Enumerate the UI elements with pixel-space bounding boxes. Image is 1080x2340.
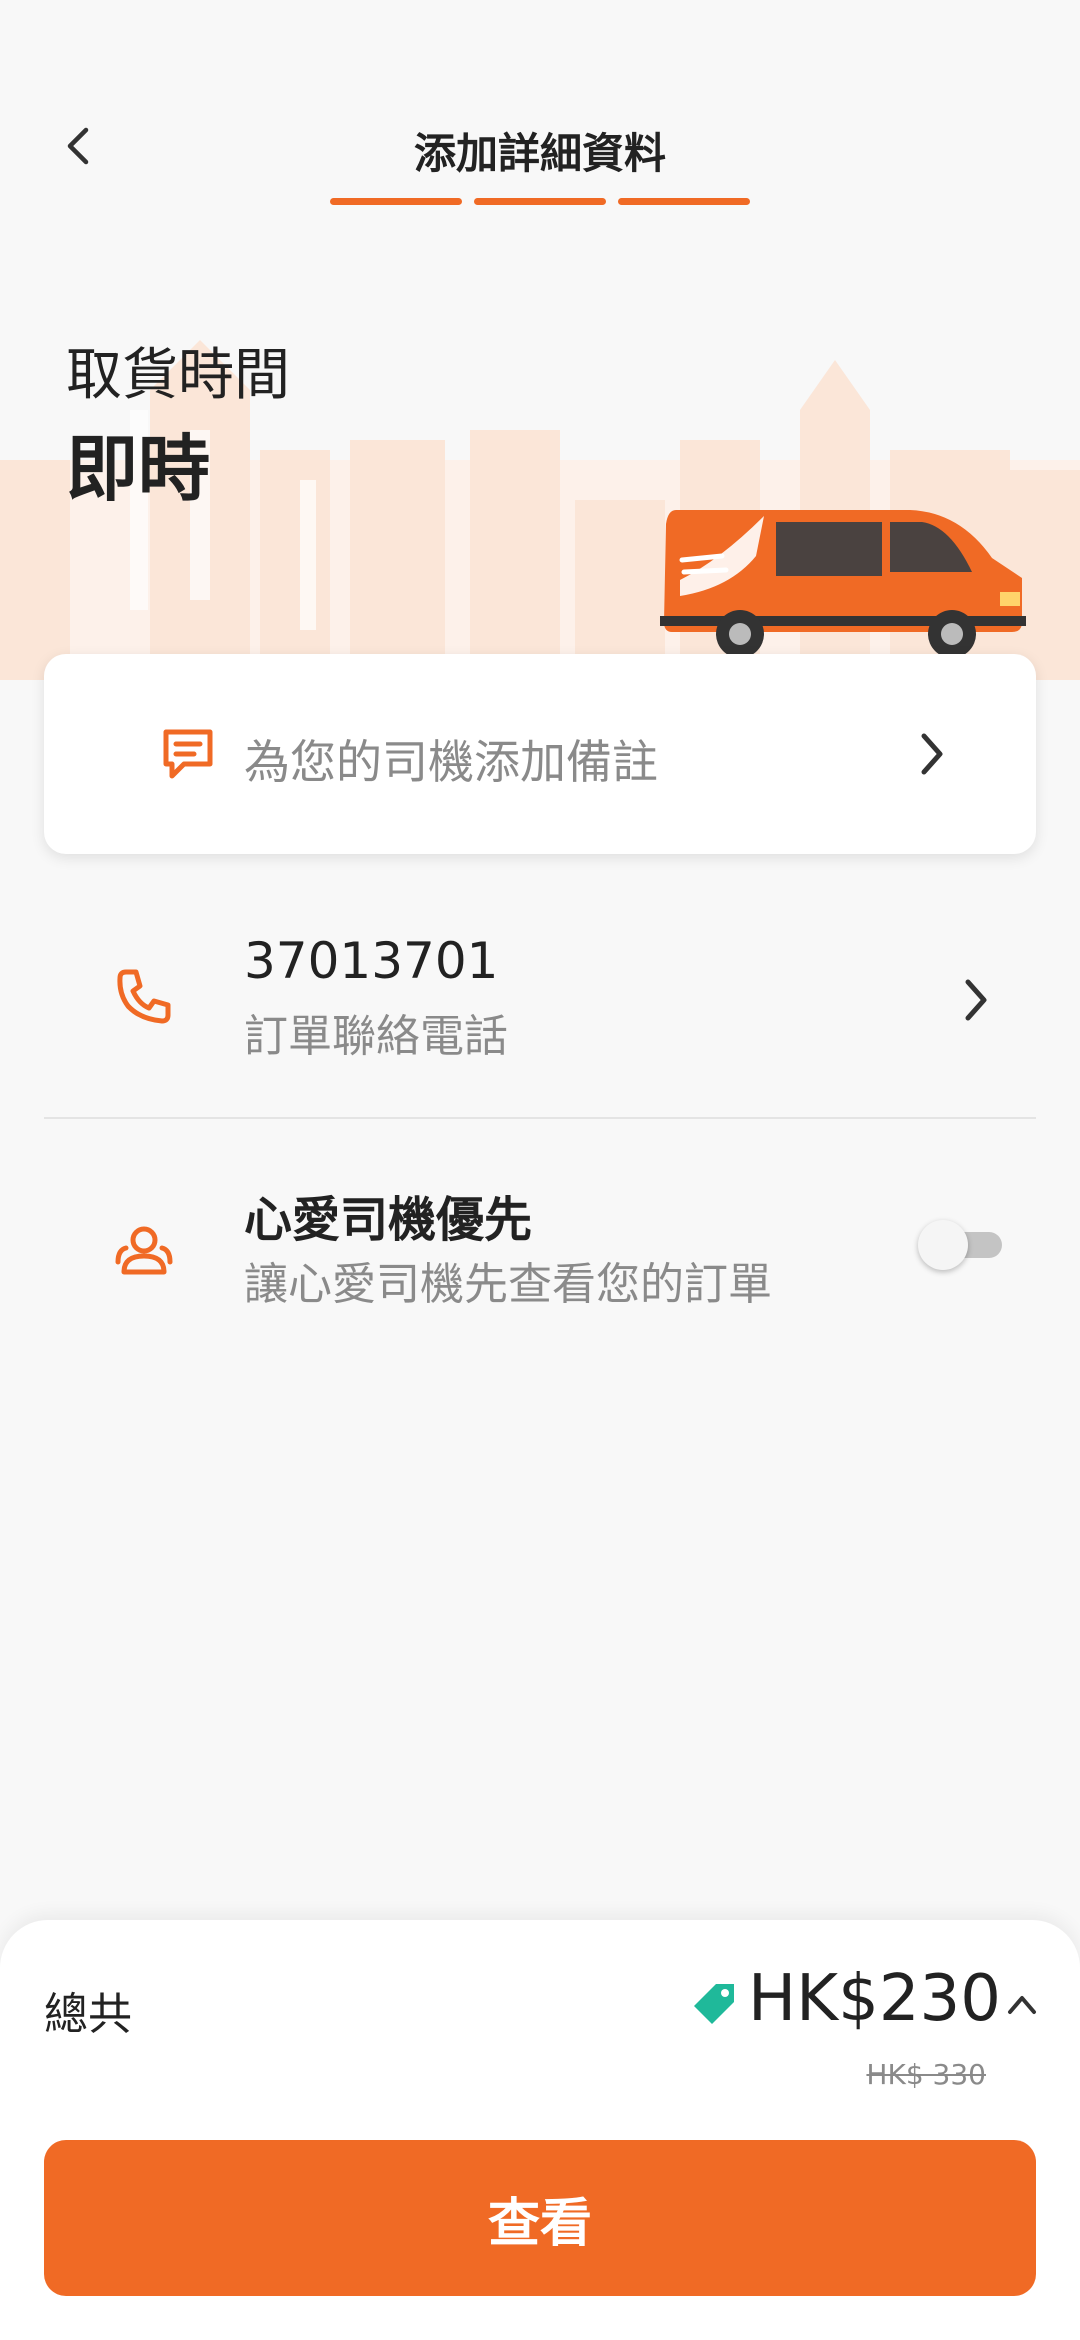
contact-phone-row[interactable]: 37013701 訂單聯絡電話 — [0, 900, 1080, 1120]
driver-note-card[interactable]: 為您的司機添加備註 — [44, 654, 1036, 854]
discount-tag-icon — [694, 1984, 734, 2024]
favorite-driver-subtitle: 讓心愛司機先查看您的訂單 — [244, 1259, 772, 1310]
message-icon — [163, 729, 213, 779]
page-title: 添加詳細資料 — [413, 129, 666, 178]
progress-step-2 — [474, 198, 606, 205]
view-button[interactable]: 查看 — [44, 2140, 1036, 2296]
favorite-driver-title: 心愛司機優先 — [244, 1192, 533, 1248]
price-summary-sheet: 總共 HK$230 HK$ 330 查看 — [0, 1920, 1080, 2340]
users-icon — [115, 1226, 173, 1275]
original-price: HK$ 330 — [866, 2058, 986, 2091]
favorite-driver-row: 心愛司機優先 讓心愛司機先查看您的訂單 — [0, 1160, 1080, 1340]
favorite-driver-toggle[interactable] — [918, 1220, 1004, 1270]
toggle-thumb — [918, 1220, 968, 1270]
progress-step-3 — [618, 198, 750, 205]
driver-note-label: 為您的司機添加備註 — [244, 735, 658, 789]
header: 添加詳細資料 — [0, 0, 1080, 220]
chevron-right-icon — [921, 733, 943, 775]
divider — [44, 1117, 1036, 1119]
contact-phone-label: 訂單聯絡電話 — [244, 1011, 508, 1062]
total-price[interactable]: HK$230 — [748, 1962, 1001, 2036]
chevron-right-icon — [965, 979, 987, 1021]
pickup-time-value[interactable]: 即時 — [66, 410, 210, 515]
total-label: 總共 — [44, 1989, 132, 2040]
phone-icon — [117, 969, 171, 1024]
contact-phone-number: 37013701 — [244, 932, 499, 990]
chevron-up-icon[interactable] — [1004, 1990, 1040, 2018]
delivery-van-illustration — [660, 510, 1026, 658]
progress-step-1 — [330, 198, 462, 205]
pickup-time-label: 取貨時間 — [66, 343, 290, 408]
progress-steps — [330, 198, 750, 205]
